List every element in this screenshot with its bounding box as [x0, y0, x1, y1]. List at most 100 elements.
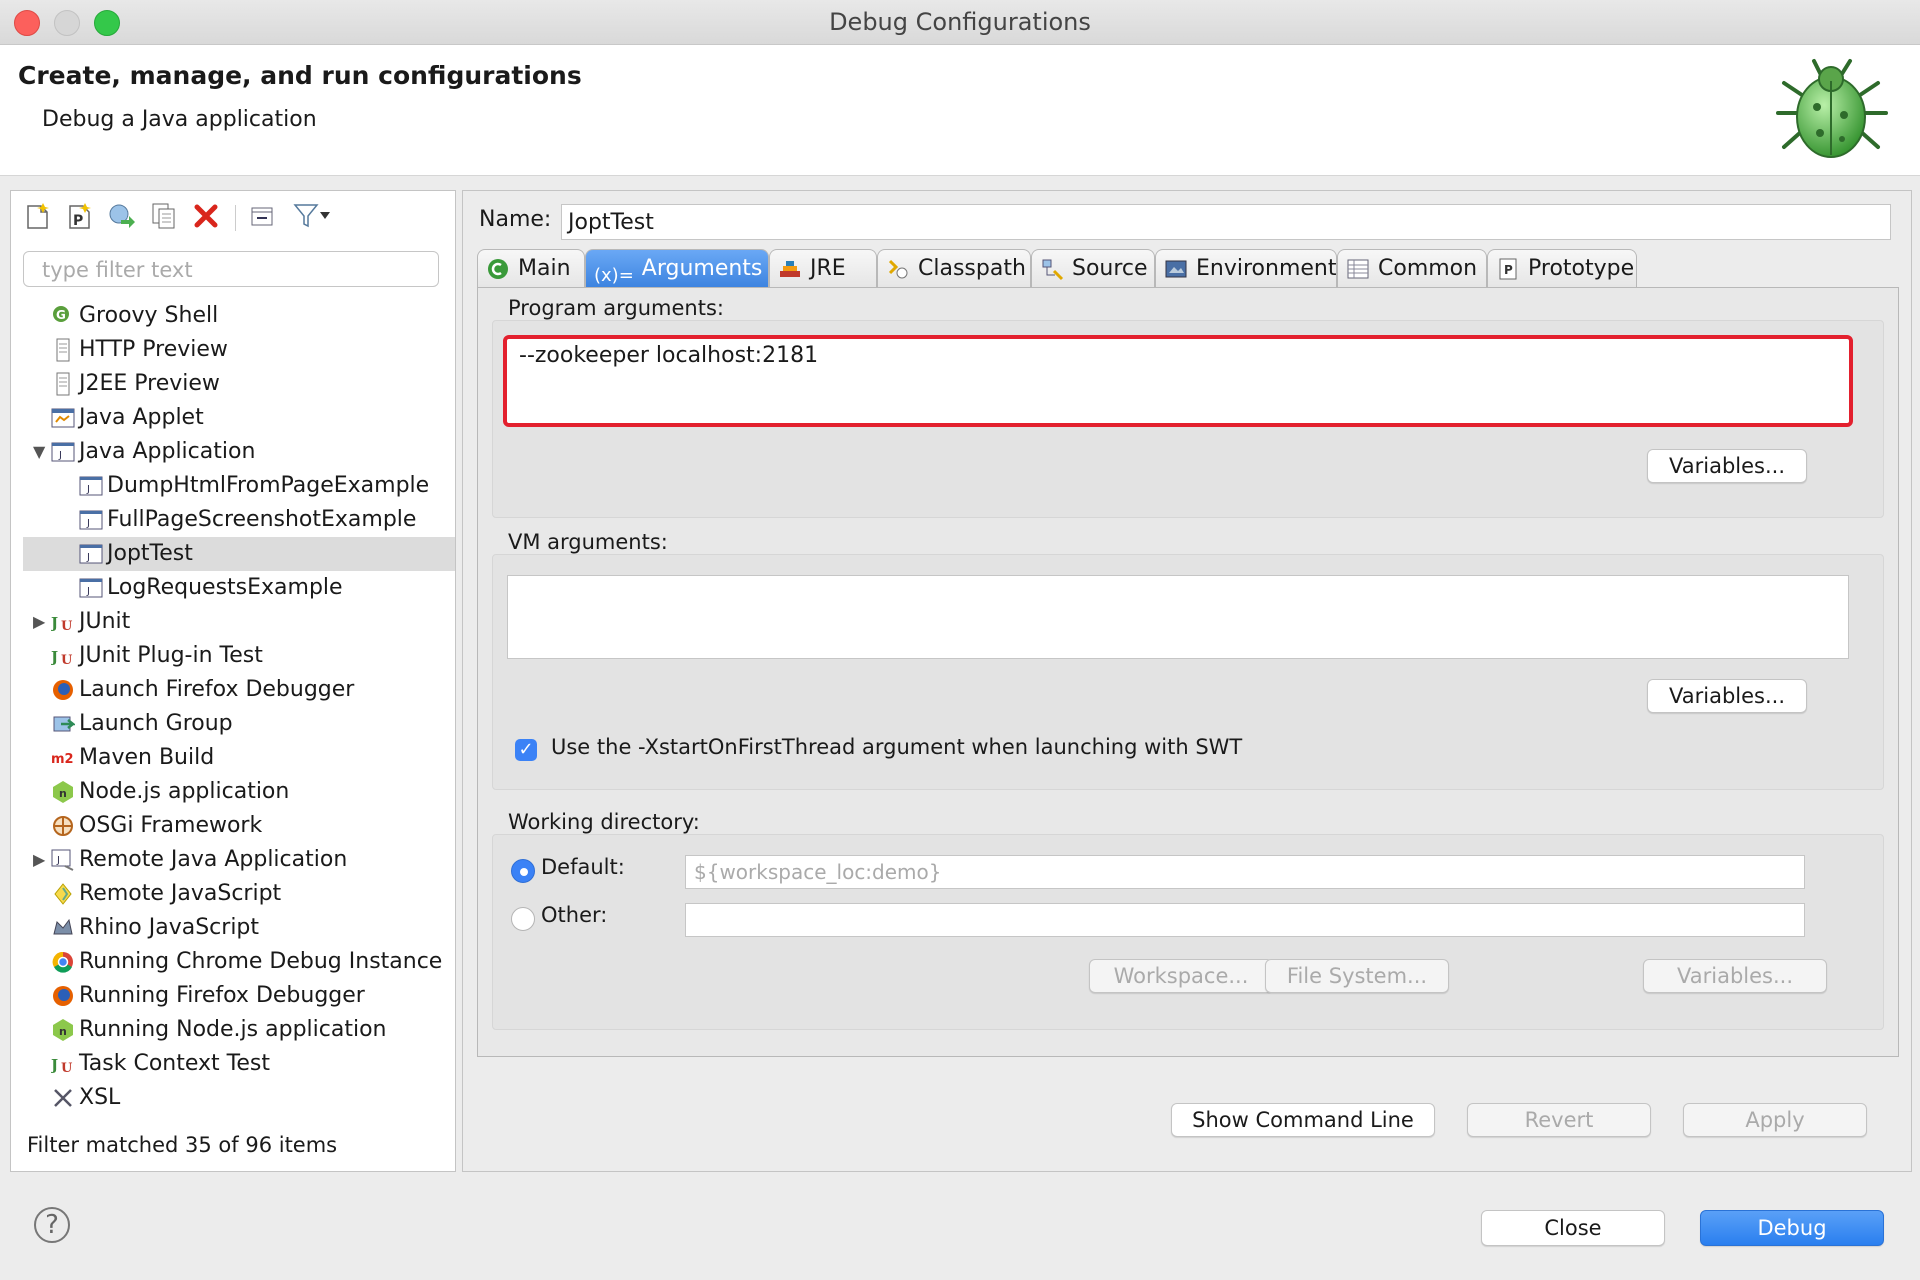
tree-item[interactable]: Launch Firefox Debugger	[11, 673, 445, 707]
tab-source[interactable]: Source	[1031, 249, 1155, 287]
tree-item[interactable]: OSGi Framework	[11, 809, 445, 843]
program-args-variables-button[interactable]: Variables...	[1647, 449, 1807, 483]
tree-item-label: Java Application	[79, 439, 256, 464]
junit-icon: JU	[51, 648, 73, 668]
tree-item[interactable]: J FullPageScreenshotExample	[11, 503, 445, 537]
tree-item[interactable]: HTTP Preview	[11, 333, 445, 367]
svg-text:J: J	[51, 1056, 58, 1074]
other-label: Other:	[541, 903, 608, 927]
tree-item[interactable]: G Groovy Shell	[11, 299, 445, 333]
vm-args-textarea[interactable]	[507, 575, 1849, 659]
tab-arguments[interactable]: (x)= Arguments	[585, 249, 769, 287]
working-directory-label: Working directory:	[508, 810, 700, 834]
tab-common[interactable]: Common	[1337, 249, 1487, 287]
tree-item[interactable]: ▶ J U JUnit	[11, 605, 445, 639]
tree-item[interactable]: XSL	[11, 1081, 445, 1111]
collapse-arrow-icon[interactable]: ▶	[33, 605, 45, 639]
page-icon	[56, 338, 70, 362]
filter-input[interactable]: type filter text	[23, 251, 439, 287]
tab-main[interactable]: Main	[477, 249, 585, 287]
name-input[interactable]: JoptTest	[561, 204, 1891, 240]
revert-button[interactable]: Revert	[1467, 1103, 1651, 1137]
new-prototype-icon[interactable]: P	[65, 201, 95, 231]
help-icon[interactable]: ?	[34, 1207, 70, 1243]
tab-jre[interactable]: JRE	[769, 249, 877, 287]
duplicate-icon[interactable]	[149, 201, 179, 231]
tab-environment[interactable]: Environment	[1155, 249, 1337, 287]
collapse-all-icon[interactable]	[247, 201, 277, 231]
workdir-variables-button[interactable]: Variables...	[1643, 959, 1827, 993]
tree-item-label: Remote JavaScript	[79, 881, 282, 906]
tree-item-label: Running Chrome Debug Instance	[79, 949, 443, 974]
tree-item[interactable]: J LogRequestsExample	[11, 571, 445, 605]
tree-item-label: Node.js application	[79, 779, 290, 804]
junit-icon: JU	[51, 614, 73, 634]
delete-icon[interactable]	[191, 201, 221, 231]
debug-bug-icon	[1776, 59, 1888, 158]
expand-arrow-icon[interactable]: ▼	[33, 435, 45, 469]
tab-common-label: Common	[1378, 256, 1478, 281]
tab-main-label: Main	[518, 256, 571, 281]
svg-text:U: U	[61, 1061, 73, 1076]
tree-item[interactable]: Launch Group	[11, 707, 445, 741]
applet-icon	[51, 408, 75, 428]
tab-environment-label: Environment	[1196, 256, 1337, 281]
xstart-checkbox[interactable]: ✓	[515, 739, 537, 761]
other-directory-input[interactable]	[685, 903, 1805, 937]
tree-item[interactable]: J DumpHtmlFromPageExample	[11, 469, 445, 503]
tab-prototype[interactable]: P Prototype	[1487, 249, 1637, 287]
tree-item[interactable]: Rhino JavaScript	[11, 911, 445, 945]
export-icon[interactable]	[107, 201, 137, 231]
program-args-label: Program arguments:	[508, 296, 724, 320]
program-args-textarea[interactable]: --zookeeper localhost:2181	[503, 335, 1853, 427]
tab-arguments-label: Arguments	[641, 256, 763, 281]
tree-item[interactable]: Running Chrome Debug Instance	[11, 945, 445, 979]
tree-item[interactable]: J U JUnit Plug-in Test	[11, 639, 445, 673]
remote-java-icon: J	[51, 849, 74, 871]
remote-js-icon	[54, 883, 72, 905]
tree-item-label: JoptTest	[107, 541, 193, 566]
tree-item[interactable]: J2EE Preview	[11, 367, 445, 401]
file-system-button[interactable]: File System...	[1265, 959, 1449, 993]
apply-button[interactable]: Apply	[1683, 1103, 1867, 1137]
close-button[interactable]: Close	[1481, 1210, 1665, 1246]
show-command-line-button[interactable]: Show Command Line	[1171, 1103, 1435, 1137]
collapse-arrow-icon[interactable]: ▶	[33, 843, 45, 877]
new-config-icon[interactable]	[23, 201, 53, 231]
tree-item-label: OSGi Framework	[79, 813, 263, 838]
tree-item[interactable]: n Node.js application	[11, 775, 445, 809]
tree-item-label: DumpHtmlFromPageExample	[107, 473, 430, 498]
debug-configurations-window: Debug Configurations Create, manage, and…	[0, 0, 1920, 1280]
dropdown-icon[interactable]	[317, 201, 333, 231]
tree-item[interactable]: J U Task Context Test	[11, 1047, 445, 1081]
tree-item-label: Groovy Shell	[79, 303, 219, 328]
xstart-label: Use the -XstartOnFirstThread argument wh…	[551, 735, 1243, 759]
tree-item-label: Maven Build	[79, 745, 215, 770]
firefox-icon	[53, 986, 73, 1006]
tab-classpath[interactable]: Classpath	[877, 249, 1031, 287]
other-radio[interactable]	[511, 907, 535, 931]
vm-args-variables-button[interactable]: Variables...	[1647, 679, 1807, 713]
xsl-icon	[54, 1089, 72, 1107]
tree-item-label: Rhino JavaScript	[79, 915, 260, 940]
svg-text:J: J	[56, 855, 60, 866]
tree-item[interactable]: ▼ J Java Application	[11, 435, 445, 469]
tree-item[interactable]: n Running Node.js application	[11, 1013, 445, 1047]
svg-text:J: J	[86, 518, 90, 529]
tree-item[interactable]: Running Firefox Debugger	[11, 979, 445, 1013]
tree-item[interactable]: m2 Maven Build	[11, 741, 445, 775]
default-radio[interactable]	[511, 859, 535, 883]
workspace-button[interactable]: Workspace...	[1089, 959, 1273, 993]
classpath-tab-icon	[888, 259, 908, 279]
svg-text:J: J	[86, 586, 90, 597]
tree-item-label: XSL	[79, 1085, 121, 1110]
default-directory-input[interactable]: ${workspace_loc:demo}	[685, 855, 1805, 889]
tree-item-label: Running Node.js application	[79, 1017, 387, 1042]
debug-button[interactable]: Debug	[1700, 1210, 1884, 1246]
tree-item[interactable]: ▶ J Remote Java Application	[11, 843, 445, 877]
tree-item[interactable]: J JoptTest	[23, 537, 455, 571]
tree-item[interactable]: Remote JavaScript	[11, 877, 445, 911]
tree-item[interactable]: Java Applet	[11, 401, 445, 435]
source-tab-icon	[1042, 259, 1064, 281]
tree-item-label: FullPageScreenshotExample	[107, 507, 417, 532]
